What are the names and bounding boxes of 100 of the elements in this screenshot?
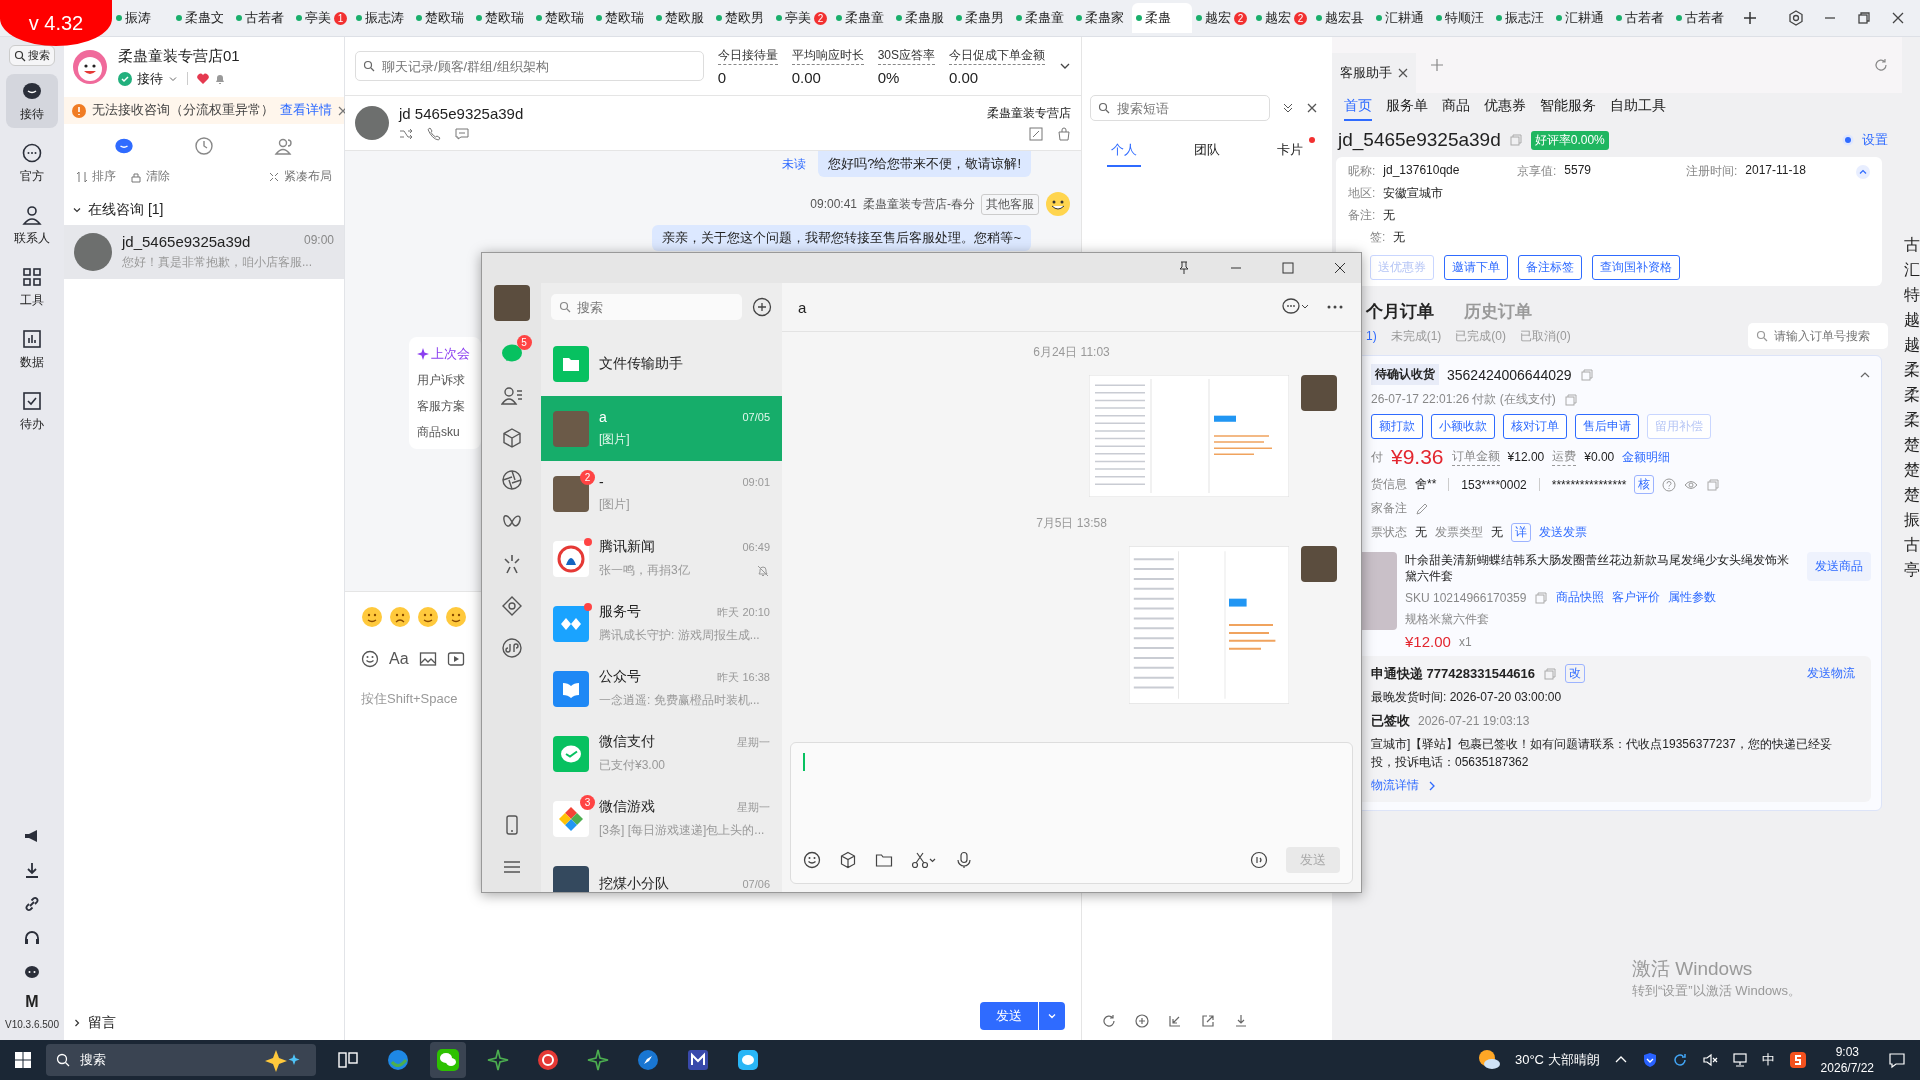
sync-icon[interactable] bbox=[1671, 1052, 1688, 1068]
send-invoice-link[interactable]: 发送发票 bbox=[1539, 524, 1587, 541]
link-icon[interactable] bbox=[23, 895, 41, 913]
phrase-tab[interactable]: 个人 bbox=[1106, 137, 1141, 167]
nav-item[interactable]: 联系人 bbox=[6, 198, 58, 252]
side-tab[interactable]: 汇 bbox=[1904, 262, 1920, 278]
shop-tab[interactable]: 柔蛊家 bbox=[1072, 3, 1132, 33]
mini-program-icon[interactable] bbox=[500, 637, 523, 659]
details-link[interactable]: 查看详情 bbox=[280, 102, 332, 119]
taskbar-app-icon[interactable] bbox=[430, 1042, 466, 1078]
phrase-tab[interactable]: 卡片 bbox=[1273, 137, 1308, 167]
shop-tab[interactable]: 楚欧瑞 bbox=[532, 3, 592, 33]
list-action-button[interactable]: 紧凑布局 bbox=[268, 168, 332, 185]
send-options-button[interactable] bbox=[1039, 1002, 1065, 1030]
list-action-button[interactable]: 清除 bbox=[130, 168, 170, 185]
send-button[interactable]: 发送 bbox=[980, 1002, 1038, 1030]
chat-list-item[interactable]: 挖煤小分队 07/06 bbox=[541, 851, 782, 892]
nav-tab[interactable]: 智能服务 bbox=[1540, 97, 1596, 121]
input-method-indicator[interactable]: 中 bbox=[1761, 1051, 1775, 1069]
shop-tab[interactable]: 柔蛊童 bbox=[832, 3, 892, 33]
voice-call-icon[interactable] bbox=[1250, 851, 1268, 869]
chat-icon[interactable] bbox=[114, 136, 134, 156]
side-tab[interactable]: 柔 bbox=[1904, 362, 1920, 378]
phrase-tab[interactable]: 团队 bbox=[1190, 137, 1224, 167]
clock-date[interactable]: 2026/7/22 bbox=[1820, 1061, 1874, 1075]
send-product-button[interactable]: 发送商品 bbox=[1807, 552, 1871, 581]
weather-text[interactable]: 30°C 大部晴朗 bbox=[1514, 1051, 1600, 1069]
amount-details-link[interactable]: 金额明细 bbox=[1622, 448, 1671, 466]
close-icon[interactable] bbox=[1890, 10, 1906, 26]
assistant-tab[interactable]: 客服助手 bbox=[1332, 53, 1416, 93]
order-tab[interactable]: 个月订单 bbox=[1366, 300, 1434, 323]
product-link[interactable]: 客户评价 bbox=[1612, 589, 1661, 607]
emoji-icon[interactable] bbox=[389, 606, 411, 628]
send-logistics-link[interactable]: 发送物流 bbox=[1807, 665, 1855, 683]
close-icon[interactable] bbox=[1306, 102, 1318, 114]
app-button[interactable]: M bbox=[25, 993, 39, 1011]
pencil-icon[interactable] bbox=[1415, 501, 1429, 516]
refresh-icon[interactable] bbox=[1874, 58, 1888, 72]
detail-button[interactable]: 详 bbox=[1511, 523, 1531, 542]
side-tab[interactable]: 振 bbox=[1904, 512, 1920, 528]
phone-icon[interactable] bbox=[427, 127, 441, 141]
cube-icon[interactable] bbox=[500, 427, 523, 449]
edit-button[interactable]: 改 bbox=[1565, 664, 1586, 684]
settings-link[interactable]: 设置 bbox=[1862, 131, 1888, 149]
search-button[interactable]: 搜索 bbox=[9, 45, 55, 66]
chat-list-item[interactable]: 服务号 昨天 20:10 腾讯成长守护: 游戏周报生成... bbox=[541, 591, 782, 656]
emoji-icon[interactable] bbox=[361, 606, 383, 628]
add-icon[interactable] bbox=[752, 297, 772, 317]
chat-list-item[interactable]: 文件传输助手 bbox=[541, 331, 782, 396]
shop-tab[interactable]: 柔蛊文 bbox=[172, 3, 232, 33]
nav-item[interactable]: 待办 bbox=[6, 384, 58, 438]
nav-tab[interactable]: 首页 bbox=[1344, 97, 1372, 121]
chevron-right-icon[interactable] bbox=[1427, 780, 1437, 791]
nav-tab[interactable]: 服务单 bbox=[1386, 97, 1428, 121]
shop-tab[interactable]: 越宏县 bbox=[1312, 3, 1372, 33]
order-action-button[interactable]: 核对订单 bbox=[1503, 414, 1567, 439]
aperture-icon[interactable] bbox=[500, 469, 523, 491]
side-tab[interactable]: 古 bbox=[1904, 237, 1920, 253]
shop-tab[interactable]: 楚欧服 bbox=[652, 3, 712, 33]
side-tab[interactable]: 亭 bbox=[1904, 562, 1920, 578]
add-icon[interactable] bbox=[1742, 10, 1758, 26]
list-action-button[interactable]: 排序 bbox=[76, 168, 116, 185]
export-icon[interactable] bbox=[1201, 1014, 1215, 1028]
shop-tab[interactable]: 振志涛 bbox=[352, 3, 412, 33]
bag-icon[interactable] bbox=[1057, 127, 1071, 141]
diamond-icon[interactable] bbox=[500, 595, 523, 617]
speaker-muted-icon[interactable] bbox=[1701, 1052, 1718, 1068]
emoji-icon[interactable] bbox=[803, 851, 821, 869]
search-field[interactable]: 请输入订单号搜索 bbox=[1748, 323, 1888, 349]
product-link[interactable]: 属性参数 bbox=[1668, 589, 1717, 607]
shop-tab[interactable]: 古若者 bbox=[1612, 3, 1672, 33]
chat-list-item[interactable]: 公众号 昨天 16:38 一念逍遥: 免费赢橙品时装机... bbox=[541, 656, 782, 721]
shop-tab[interactable]: 柔蛊服 bbox=[892, 3, 952, 33]
group-header[interactable]: 留言 bbox=[64, 1006, 344, 1040]
folder-icon[interactable] bbox=[875, 851, 893, 869]
shop-tab[interactable]: 柔蛊童 bbox=[1012, 3, 1072, 33]
chat-list-item[interactable]: 腾讯新闻 06:49 张一鸣，再捐3亿 bbox=[541, 526, 782, 591]
nav-item[interactable]: 接待 bbox=[6, 74, 58, 128]
shop-tab[interactable]: 特顺汪 bbox=[1432, 3, 1492, 33]
settings-icon[interactable] bbox=[1788, 10, 1804, 26]
refresh-icon[interactable] bbox=[1102, 1014, 1116, 1028]
video-icon[interactable] bbox=[446, 650, 465, 668]
clock-time[interactable]: 9:03 bbox=[1835, 1045, 1859, 1059]
shop-tab[interactable]: 振涛 bbox=[112, 3, 172, 33]
action-button[interactable]: 查询国补资格 bbox=[1592, 255, 1680, 280]
edit-icon[interactable] bbox=[1029, 127, 1043, 141]
nav-item[interactable]: 数据 bbox=[6, 322, 58, 376]
action-button[interactable]: 邀请下单 bbox=[1444, 255, 1508, 280]
sogou-icon[interactable] bbox=[1788, 1051, 1807, 1069]
shop-tab[interactable]: 柔蛊 bbox=[1132, 3, 1192, 33]
import-icon[interactable] bbox=[1168, 1014, 1182, 1028]
restore-icon[interactable] bbox=[1856, 10, 1872, 26]
side-tab[interactable]: 越 bbox=[1904, 312, 1920, 328]
chat-list-item[interactable]: 2 - 09:01 [图片] bbox=[541, 461, 782, 526]
side-tab[interactable]: 楚 bbox=[1904, 437, 1920, 453]
side-tab[interactable]: 楚 bbox=[1904, 462, 1920, 478]
heart-icon[interactable] bbox=[197, 72, 209, 85]
status-dropdown[interactable]: 接待 bbox=[137, 69, 163, 88]
shop-tab[interactable]: 楚欧瑞 bbox=[412, 3, 472, 33]
session-item[interactable]: jd_5465e9325a39d 09:00 您好！真是非常抱歉，咱小店客服... bbox=[64, 225, 344, 279]
